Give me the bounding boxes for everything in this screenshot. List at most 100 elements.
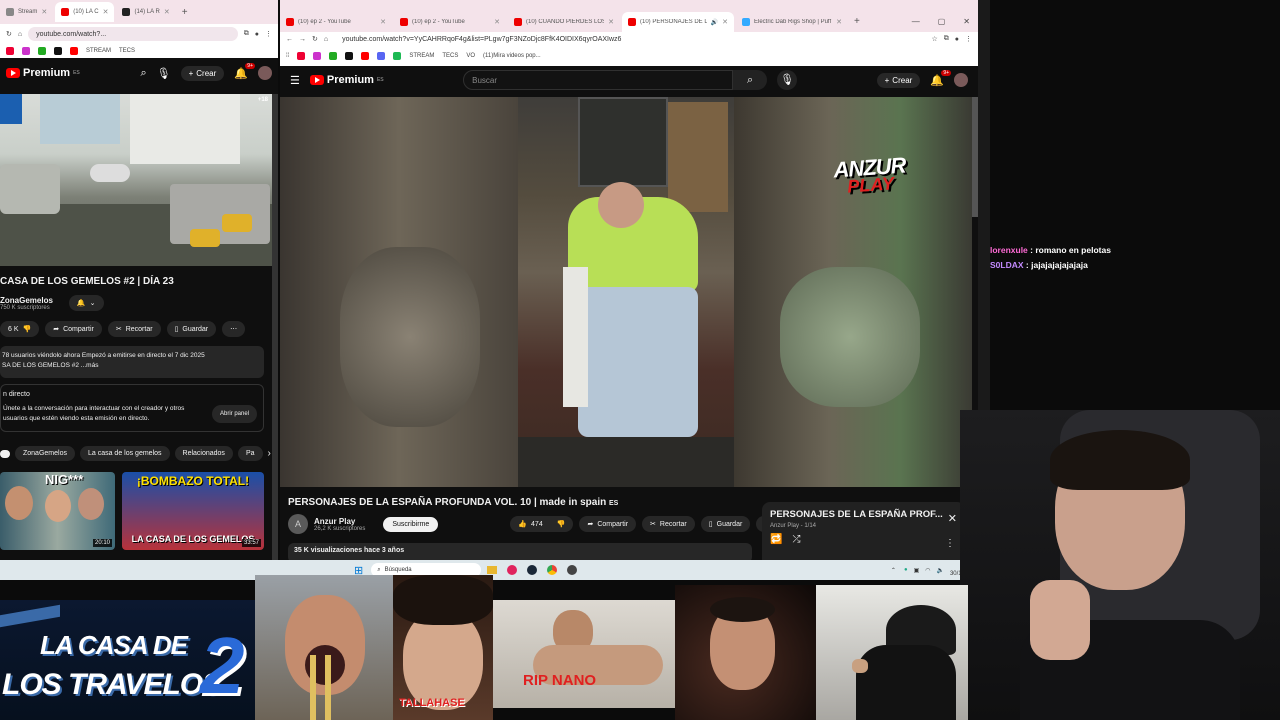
home-icon[interactable]: ⌂ — [18, 31, 22, 38]
share-button[interactable]: ➦ Compartir — [579, 516, 637, 532]
bookmark-icon[interactable] — [377, 52, 386, 60]
right-tab-2[interactable]: (10) CUANDO PIERDES LOS ✕ — [508, 12, 620, 32]
bookmark-icon[interactable] — [70, 47, 78, 55]
tray-icon[interactable]: ● — [904, 567, 908, 573]
bookmark-tecs[interactable]: TECS — [119, 48, 135, 54]
left-tab-1[interactable]: (10) LA C ✕ — [55, 2, 115, 22]
save-button[interactable]: ▯ Guardar — [700, 516, 751, 532]
left-description-box[interactable]: 78 usuarios viéndolo ahora Empezó a emit… — [0, 346, 264, 378]
right-tab-1[interactable]: (10) ep 2 - YouTube ✕ — [394, 12, 506, 32]
bookmark-vo[interactable]: VO — [466, 53, 475, 59]
refresh-icon[interactable]: ↻ — [312, 35, 318, 43]
close-window-icon[interactable]: ✕ — [963, 17, 970, 26]
bookmark-icon[interactable] — [54, 47, 62, 55]
close-icon[interactable]: ✕ — [494, 18, 500, 26]
hamburger-menu-icon[interactable]: ☰ — [290, 74, 300, 87]
refresh-icon[interactable]: ↻ — [6, 30, 12, 38]
clip-button[interactable]: ✂ Recortar — [107, 321, 161, 337]
bookmark-stream[interactable]: STREAM — [86, 48, 111, 54]
bookmark-icon[interactable] — [313, 52, 322, 60]
like-button[interactable]: 6 K 👎 — [0, 321, 40, 337]
avatar[interactable] — [258, 66, 272, 80]
shuffle-icon[interactable]: ⤮ — [792, 534, 800, 545]
extension-icon[interactable]: ⧉ — [244, 30, 249, 38]
speaker-icon[interactable]: 🔊 — [711, 19, 718, 26]
bookmark-icon[interactable] — [38, 47, 46, 55]
tray-chevron-icon[interactable]: ⌃ — [891, 567, 896, 574]
home-icon[interactable]: ⌂ — [324, 36, 328, 43]
close-icon[interactable]: ✕ — [608, 18, 614, 26]
create-button[interactable]: + Crear — [876, 72, 921, 88]
save-button[interactable]: ▯ Guardar — [166, 321, 217, 337]
left-channel-name[interactable]: ZonaGemelos — [0, 296, 53, 305]
related-video-thumb[interactable]: NIG*** 20:10 — [0, 472, 115, 550]
bookmark-stream[interactable]: STREAM — [409, 53, 434, 59]
like-button[interactable]: 👍 474 👎 — [510, 516, 574, 532]
more-vert-icon[interactable]: ⋮ — [945, 538, 955, 549]
mic-icon[interactable]: 🎙 — [157, 67, 171, 80]
clip-button[interactable]: ✂ Recortar — [642, 516, 695, 532]
search-button[interactable]: ⌕ — [733, 70, 768, 90]
profile-icon[interactable]: ● — [255, 31, 259, 38]
minimize-icon[interactable]: — — [912, 17, 920, 26]
bookmark-videos[interactable]: (11)Mira videos pop... — [483, 53, 541, 59]
chip[interactable]: ZonaGemelos — [15, 446, 75, 461]
youtube-logo[interactable]: Premium ES — [6, 67, 80, 79]
right-tab-3[interactable]: (10) PERSONAJES DE LA 🔊 ✕ — [622, 12, 734, 32]
close-icon[interactable]: ✕ — [722, 18, 728, 26]
menu-icon[interactable]: ⋮ — [965, 35, 972, 43]
bookmark-icon[interactable] — [22, 47, 30, 55]
back-icon[interactable]: ← — [286, 36, 293, 43]
chip[interactable]: Pa — [237, 446, 263, 461]
close-icon[interactable]: ✕ — [41, 8, 47, 16]
new-tab-icon[interactable]: + — [182, 7, 188, 18]
related-video-thumb[interactable]: ¡BOMBAZO TOTAL! LA CASA DE LOS GEMELOS 3… — [122, 472, 264, 550]
menu-icon[interactable]: ⋮ — [265, 30, 272, 38]
main-video-player[interactable]: ANZUR PLAY — [280, 97, 972, 487]
search-icon[interactable]: ⌕ — [140, 67, 146, 80]
mic-icon[interactable]: 🎙 — [777, 70, 798, 90]
left-tab-2[interactable]: (14) LA R ✕ — [116, 2, 175, 22]
apps-icon[interactable]: ⁞⁞ — [286, 53, 289, 59]
right-tab-0[interactable]: (10) ep 2 - YouTube ✕ — [280, 12, 392, 32]
share-button[interactable]: ➦ Compartir — [45, 321, 102, 337]
chevron-right-icon[interactable]: › — [268, 448, 271, 459]
close-icon[interactable]: ✕ — [103, 8, 109, 16]
maximize-icon[interactable]: ▢ — [938, 17, 946, 26]
channel-name[interactable]: Anzur Play — [314, 517, 365, 526]
chip-all[interactable] — [0, 449, 10, 458]
new-tab-icon[interactable]: + — [854, 16, 860, 27]
right-url-field[interactable]: youtube.com/watch?v=YyCAHRRqoF4g&list=PL… — [334, 32, 926, 46]
tray-icon[interactable]: ▣ — [914, 567, 920, 574]
chip[interactable]: Relacionados — [174, 446, 233, 461]
folder-icon[interactable] — [487, 566, 498, 574]
close-icon[interactable]: ✕ — [948, 512, 957, 525]
obs-icon[interactable] — [567, 565, 578, 575]
steam-icon[interactable] — [527, 565, 538, 575]
wifi-icon[interactable]: ◠ — [925, 567, 930, 574]
open-panel-button[interactable]: Abrir panel — [211, 405, 257, 423]
bookmark-icon[interactable] — [393, 52, 402, 60]
extension-icon[interactable]: ⧉ — [944, 35, 949, 43]
profile-icon[interactable]: ● — [955, 36, 959, 43]
close-icon[interactable]: ✕ — [836, 18, 842, 26]
youtube-logo[interactable]: Premium ES — [309, 74, 384, 86]
left-video-player[interactable]: +18 — [0, 94, 272, 266]
bell-icon[interactable]: 🔔 9+ — [930, 69, 952, 87]
right-tab-4[interactable]: Electric Dab Rigs Shop | Puff ✕ — [736, 12, 848, 32]
more-icon[interactable]: ⋯ — [222, 321, 246, 337]
description-box[interactable]: 35 K visualizaciones hace 3 años — [288, 543, 752, 560]
scrollbar[interactable] — [272, 94, 278, 560]
forward-icon[interactable]: → — [299, 36, 306, 43]
bookmark-icon[interactable] — [297, 52, 306, 60]
star-icon[interactable]: ☆ — [931, 35, 937, 43]
bookmark-icon[interactable] — [345, 52, 354, 60]
avatar[interactable] — [954, 73, 969, 87]
left-url-field[interactable]: youtube.com/watch?... — [28, 27, 238, 41]
volume-icon[interactable]: 🔈 — [936, 567, 943, 574]
left-tab-0[interactable]: Stream ✕ — [0, 2, 53, 22]
channel-avatar[interactable]: A — [288, 514, 308, 534]
playlist-title[interactable]: PERSONAJES DE LA ESPAÑA PROF... — [770, 509, 957, 520]
bookmark-icon[interactable] — [6, 47, 14, 55]
loop-icon[interactable]: 🔁 — [770, 534, 782, 545]
